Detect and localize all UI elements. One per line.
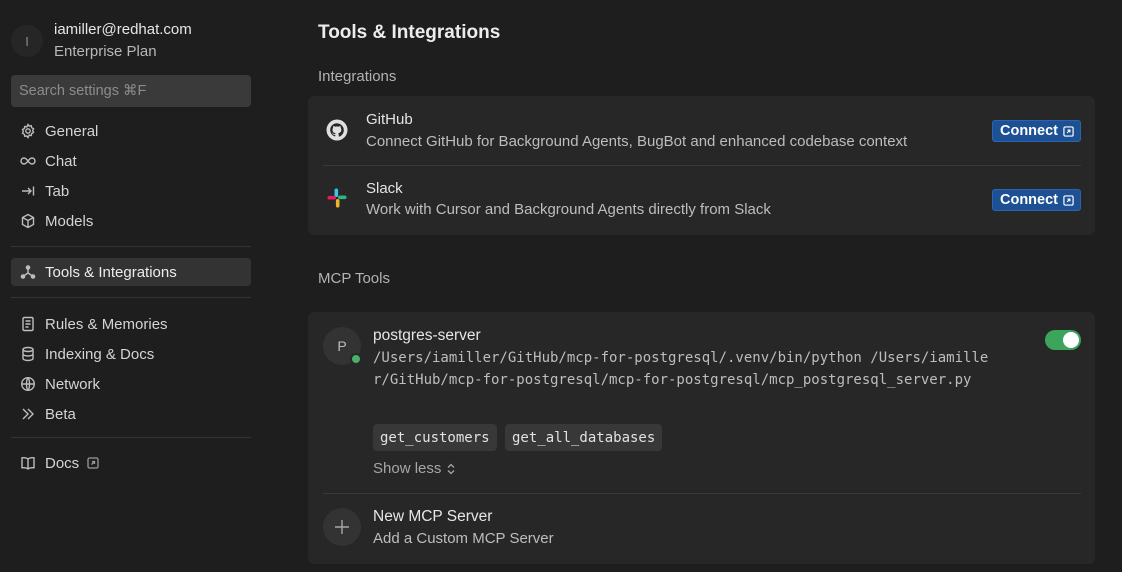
sidebar-item-docs[interactable]: Docs	[11, 449, 251, 477]
sidebar-divider	[11, 297, 251, 298]
sidebar-item-indexing-docs[interactable]: Indexing & Docs	[11, 340, 251, 368]
sidebar-item-beta[interactable]: Beta	[11, 400, 251, 428]
connect-slack-button[interactable]: Connect	[992, 189, 1081, 211]
plus-icon	[335, 520, 349, 534]
show-less-toggle[interactable]: Show less	[373, 460, 456, 477]
sidebar-item-tab[interactable]: Tab	[11, 177, 251, 205]
page-title: Tools & Integrations	[318, 22, 501, 43]
slack-icon	[326, 187, 348, 209]
mcp-tools-card: P postgres-server /Users/iamiller/GitHub…	[308, 312, 1095, 564]
infinity-icon	[19, 152, 37, 170]
integration-description: Connect GitHub for Background Agents, Bu…	[366, 133, 908, 150]
sidebar-item-tools-integrations[interactable]: Tools & Integrations	[11, 258, 251, 286]
mcp-server-command: /Users/iamiller/GitHub/mcp-for-postgresq…	[373, 350, 989, 388]
sidebar-item-label: Rules & Memories	[45, 315, 168, 333]
search-settings-input[interactable]	[11, 75, 251, 107]
integration-row-github: GitHub Connect GitHub for Background Age…	[308, 96, 1095, 164]
gear-icon	[19, 122, 37, 140]
new-mcp-server-title: New MCP Server	[373, 508, 493, 525]
integration-name: Slack	[366, 180, 403, 197]
sidebar-item-label: Chat	[45, 152, 77, 170]
integrations-card: GitHub Connect GitHub for Background Age…	[308, 96, 1095, 235]
globe-icon	[19, 375, 37, 393]
sidebar-item-network[interactable]: Network	[11, 370, 251, 398]
sidebar-divider	[11, 437, 251, 438]
external-link-icon	[1063, 125, 1074, 137]
sidebar-divider	[11, 246, 251, 247]
book-icon	[19, 454, 37, 472]
connect-button-label: Connect	[1000, 123, 1058, 139]
connect-button-label: Connect	[1000, 192, 1058, 208]
add-mcp-server-button[interactable]	[323, 508, 361, 546]
sidebar-item-general[interactable]: General	[11, 117, 251, 145]
account-plan: Enterprise Plan	[54, 43, 157, 60]
account-info[interactable]: I iamiller@redhat.com Enterprise Plan	[11, 20, 251, 64]
mcp-tools-section-label: MCP Tools	[318, 270, 390, 287]
status-indicator	[350, 353, 362, 365]
tool-chip: get_all_databases	[505, 424, 663, 451]
integration-description: Work with Cursor and Background Agents d…	[366, 201, 771, 218]
mcp-server-name: postgres-server	[373, 327, 481, 344]
nodes-icon	[19, 263, 37, 281]
sidebar-item-label: General	[45, 122, 99, 140]
row-divider	[323, 493, 1081, 494]
integrations-section-label: Integrations	[318, 68, 397, 85]
double-chevron-icon	[19, 405, 37, 423]
new-mcp-server-description: Add a Custom MCP Server	[373, 530, 554, 547]
document-icon	[19, 315, 37, 333]
sidebar-item-label: Network	[45, 375, 101, 393]
settings-window: I iamiller@redhat.com Enterprise Plan Ge…	[0, 0, 1122, 572]
cube-icon	[19, 212, 37, 230]
toggle-knob	[1063, 332, 1079, 348]
sidebar-item-label: Indexing & Docs	[45, 345, 155, 363]
database-icon	[19, 345, 37, 363]
sidebar-item-label: Models	[45, 212, 94, 230]
chevron-up-down-icon	[447, 463, 455, 474]
sidebar-item-label: Tools & Integrations	[45, 263, 177, 281]
sidebar-item-rules-memories[interactable]: Rules & Memories	[11, 310, 251, 338]
integration-name: GitHub	[366, 111, 413, 128]
github-icon	[326, 119, 348, 141]
external-link-icon	[1063, 194, 1074, 206]
integration-row-slack: Slack Work with Cursor and Background Ag…	[308, 166, 1095, 234]
sidebar-item-label: Docs	[45, 454, 80, 472]
tool-chip: get_customers	[373, 424, 497, 451]
sidebar-item-models[interactable]: Models	[11, 207, 251, 235]
account-email: iamiller@redhat.com	[54, 21, 192, 38]
sidebar-item-label: Beta	[45, 405, 76, 423]
settings-sidebar: I iamiller@redhat.com Enterprise Plan Ge…	[0, 0, 262, 572]
avatar: I	[11, 25, 43, 57]
arrow-right-bar-icon	[19, 182, 37, 200]
show-less-label: Show less	[373, 460, 442, 477]
external-link-icon	[87, 457, 99, 469]
sidebar-item-label: Tab	[45, 182, 70, 200]
connect-github-button[interactable]: Connect	[992, 120, 1081, 142]
mcp-server-toggle[interactable]	[1045, 330, 1081, 350]
sidebar-item-chat[interactable]: Chat	[11, 147, 251, 175]
